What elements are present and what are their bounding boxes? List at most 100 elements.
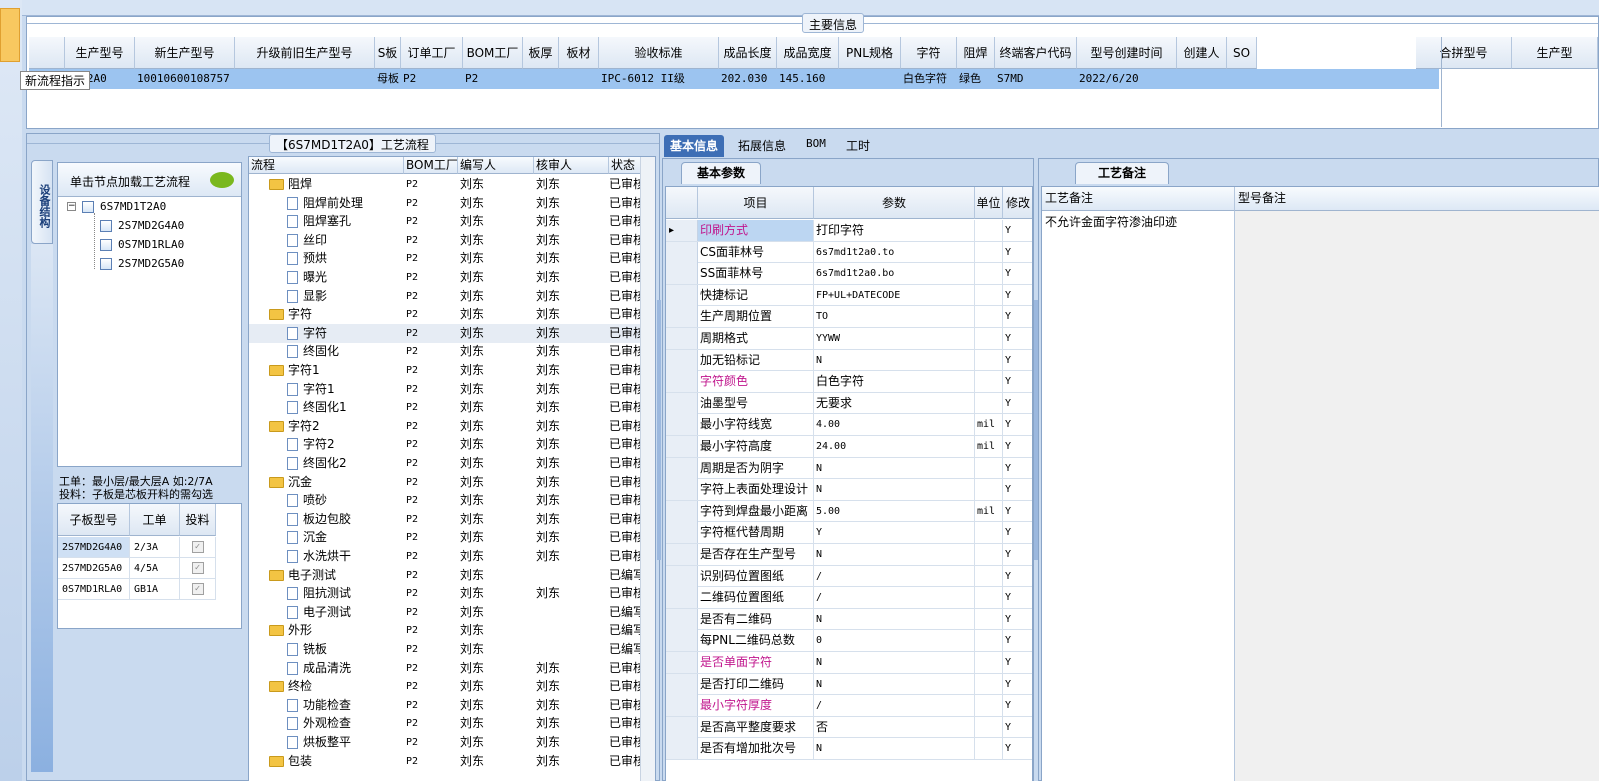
param-value[interactable]: 无要求 — [814, 392, 975, 414]
tree-row[interactable]: 水洗烘干P2刘东刘东已审核 — [249, 547, 641, 566]
tree-node-root[interactable]: 6S7MD1T2A0 — [82, 200, 166, 213]
param-row[interactable]: 加无铅标记 N Y — [666, 349, 1032, 372]
param-value[interactable]: / — [814, 587, 975, 609]
tree-row[interactable]: −沉金P2刘东刘东已审核 — [249, 473, 641, 492]
checkbox[interactable]: ✓ — [191, 583, 204, 595]
table-cell[interactable]: 2S7MD2G4A0 — [58, 537, 130, 558]
tree-row[interactable]: −终检P2刘东刘东已审核 — [249, 677, 641, 696]
tree-row[interactable]: −字符2P2刘东刘东已审核 — [249, 417, 641, 436]
column-header[interactable]: 投料 — [180, 504, 216, 536]
param-row[interactable]: 油墨型号 无要求 Y — [666, 392, 1032, 415]
table-cell[interactable]: P2 — [403, 69, 463, 89]
param-value[interactable]: / — [814, 695, 975, 717]
column-header[interactable]: BOM工厂 — [463, 37, 523, 69]
tree-row[interactable]: 沉金P2刘东刘东已审核 — [249, 528, 641, 547]
tab-bom[interactable]: BOM — [800, 135, 832, 157]
table-cell[interactable]: 绿色 — [959, 69, 995, 89]
tree-row[interactable]: 终固化2P2刘东刘东已审核 — [249, 454, 641, 473]
tree-row[interactable]: 板边包胶P2刘东刘东已审核 — [249, 510, 641, 529]
side-tab-structure[interactable]: 设备结构 — [31, 160, 53, 244]
param-value[interactable]: 否 — [814, 716, 975, 738]
param-row[interactable]: 是否有二维码 N Y — [666, 608, 1032, 631]
param-value[interactable]: YYWW — [814, 328, 975, 349]
tree-node-child[interactable]: 2S7MD2G5A0 — [100, 257, 184, 270]
collapse-icon[interactable]: − — [67, 202, 76, 211]
column-header[interactable]: 修改 — [1003, 187, 1032, 219]
column-header[interactable]: 新生产型号 — [135, 37, 235, 69]
param-value[interactable]: FP+UL+DATECODE — [814, 284, 975, 306]
table-cell[interactable]: 2S7MD2G5A0 — [58, 558, 130, 579]
param-row[interactable]: 字符上表面处理设计 N Y — [666, 479, 1032, 501]
param-row[interactable]: 字符到焊盘最小距离 5.00 mil Y — [666, 500, 1032, 523]
column-header[interactable]: 合拼型号 — [1416, 37, 1512, 69]
param-value[interactable]: N — [814, 652, 975, 673]
tree-row[interactable]: 丝印P2刘东刘东已审核 — [249, 231, 641, 250]
param-row[interactable]: SS面菲林号 6s7md1t2a0.bo Y — [666, 263, 1032, 285]
column-header[interactable]: 阻焊 — [957, 37, 995, 69]
param-row[interactable]: 周期格式 YYWW Y — [666, 328, 1032, 350]
table-cell[interactable]: IPC-6012 II级 — [601, 69, 719, 89]
column-header[interactable]: SO — [1227, 37, 1257, 69]
column-header[interactable]: 验收标准 — [599, 37, 719, 69]
param-row[interactable]: 周期是否为阴字 N Y — [666, 457, 1032, 480]
param-value[interactable]: N — [814, 479, 975, 501]
column-header[interactable]: 成品宽度 — [777, 37, 839, 69]
column-header[interactable]: 生产型 — [1512, 37, 1598, 69]
table-cell[interactable]: 202.030 — [721, 69, 777, 89]
param-row[interactable]: 快捷标记 FP+UL+DATECODE Y — [666, 284, 1032, 307]
dock-tab[interactable] — [0, 8, 20, 62]
column-header[interactable]: 核审人 — [534, 157, 609, 174]
param-value[interactable]: N — [814, 738, 975, 760]
tree-row[interactable]: 显影P2刘东刘东已审核 — [249, 287, 641, 306]
param-row[interactable]: 是否打印二维码 N Y — [666, 673, 1032, 696]
table-cell[interactable]: 2/3A — [130, 537, 180, 558]
splitter[interactable] — [657, 300, 661, 560]
tree-row[interactable]: 阻焊前处理P2刘东刘东已审核 — [249, 194, 641, 213]
column-header[interactable]: PNL规格 — [839, 37, 901, 69]
table-cell[interactable]: 母板 — [377, 69, 401, 89]
param-value[interactable]: N — [814, 544, 975, 565]
table-cell[interactable]: 145.160 — [779, 69, 839, 89]
column-header[interactable]: 流程 — [249, 157, 404, 174]
tree-row[interactable]: 字符P2刘东刘东已审核 — [249, 323, 641, 343]
tree-row[interactable]: 烘板整平P2刘东刘东已审核 — [249, 733, 641, 752]
param-row[interactable]: CS面菲林号 6s7md1t2a0.to Y — [666, 241, 1032, 264]
tree-row[interactable]: 字符2P2刘东刘东已审核 — [249, 435, 641, 454]
tree-row[interactable]: 阻焊塞孔P2刘东刘东已审核 — [249, 212, 641, 231]
tab-hours[interactable]: 工时 — [840, 135, 876, 157]
tree-node-child[interactable]: 0S7MD1RLA0 — [100, 238, 184, 251]
column-header[interactable]: 型号备注 — [1235, 187, 1599, 211]
table-cell[interactable]: 10010600108757 — [137, 69, 235, 89]
tree-row[interactable]: 字符1P2刘东刘东已审核 — [249, 380, 641, 399]
column-header[interactable]: 工单 — [130, 504, 180, 536]
tree-row[interactable]: −字符1P2刘东刘东已审核 — [249, 361, 641, 380]
param-row[interactable]: 生产周期位置 TO Y — [666, 306, 1032, 328]
tree-row[interactable]: −外形P2刘东已编写 — [249, 621, 641, 640]
tree-row[interactable]: 铣板P2刘东已编写 — [249, 640, 641, 659]
param-row[interactable]: 是否存在生产型号 N Y — [666, 544, 1032, 566]
param-value[interactable]: TO — [814, 306, 975, 328]
column-header[interactable]: 单位 — [975, 187, 1003, 219]
checkbox[interactable]: ✓ — [191, 541, 204, 553]
column-header[interactable]: 成品长度 — [719, 37, 777, 69]
table-cell[interactable]: P2 — [465, 69, 523, 89]
table-cell[interactable]: ✓ — [180, 537, 216, 558]
process-remark-text[interactable]: 不允许金面字符渗油印迹 — [1042, 211, 1235, 781]
param-value[interactable]: / — [814, 565, 975, 587]
param-value[interactable]: N — [814, 608, 975, 630]
param-row[interactable]: ▸ 印刷方式 打印字符 Y — [666, 220, 1032, 242]
param-value[interactable]: N — [814, 457, 975, 479]
column-header[interactable]: 子板型号 — [58, 504, 130, 536]
tree-row[interactable]: −字符P2刘东刘东已审核 — [249, 305, 641, 324]
param-value[interactable]: 24.00 — [814, 436, 975, 457]
table-cell[interactable]: 4/5A — [130, 558, 180, 579]
column-header[interactable]: 参数 — [814, 187, 975, 219]
column-header[interactable]: 状态 — [609, 157, 641, 174]
column-header[interactable]: 升级前旧生产型号 — [235, 37, 375, 69]
table-cell[interactable]: 白色字符 — [903, 69, 957, 89]
param-value[interactable]: 0 — [814, 630, 975, 652]
param-row[interactable]: 字符颜色 白色字符 Y — [666, 371, 1032, 393]
table-cell[interactable]: S7MD — [997, 69, 1077, 89]
column-header[interactable]: 编写人 — [458, 157, 534, 174]
param-row[interactable]: 最小字符线宽 4.00 mil Y — [666, 414, 1032, 436]
